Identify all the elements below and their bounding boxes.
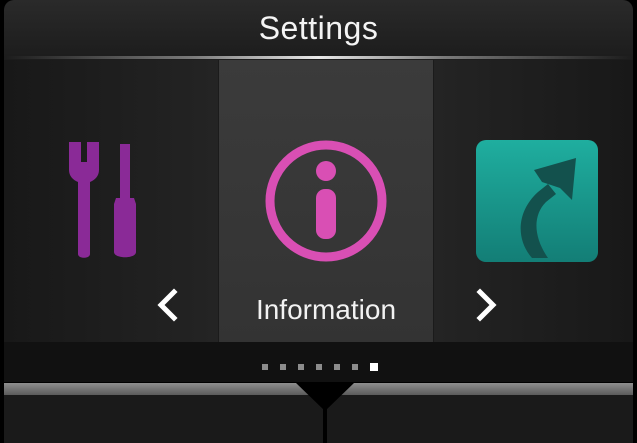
header-divider — [4, 56, 633, 59]
settings-screen: Settings Information — [0, 0, 637, 443]
return-arrow-icon — [476, 140, 598, 262]
page-title: Settings — [258, 10, 379, 46]
position-pointer-icon — [296, 383, 354, 443]
wrench-screwdriver-icon — [69, 142, 136, 258]
page-dot — [280, 364, 286, 370]
page-dot — [334, 364, 340, 370]
page-dot — [262, 364, 268, 370]
page-dot-active — [370, 363, 378, 371]
menu-item-label: Information — [255, 294, 397, 325]
chevron-left-icon[interactable] — [154, 288, 182, 322]
menu-carousel: Information — [4, 60, 633, 342]
info-icon — [265, 140, 387, 262]
page-dot — [316, 364, 322, 370]
menu-item-tools[interactable] — [4, 60, 218, 342]
pagination-indicator — [4, 342, 633, 382]
header-bar: Settings — [4, 0, 633, 60]
page-dot — [352, 364, 358, 370]
menu-item-return[interactable] — [434, 60, 633, 342]
page-dot — [298, 364, 304, 370]
chevron-right-icon[interactable] — [472, 288, 500, 322]
menu-item-information[interactable]: Information — [219, 60, 433, 342]
